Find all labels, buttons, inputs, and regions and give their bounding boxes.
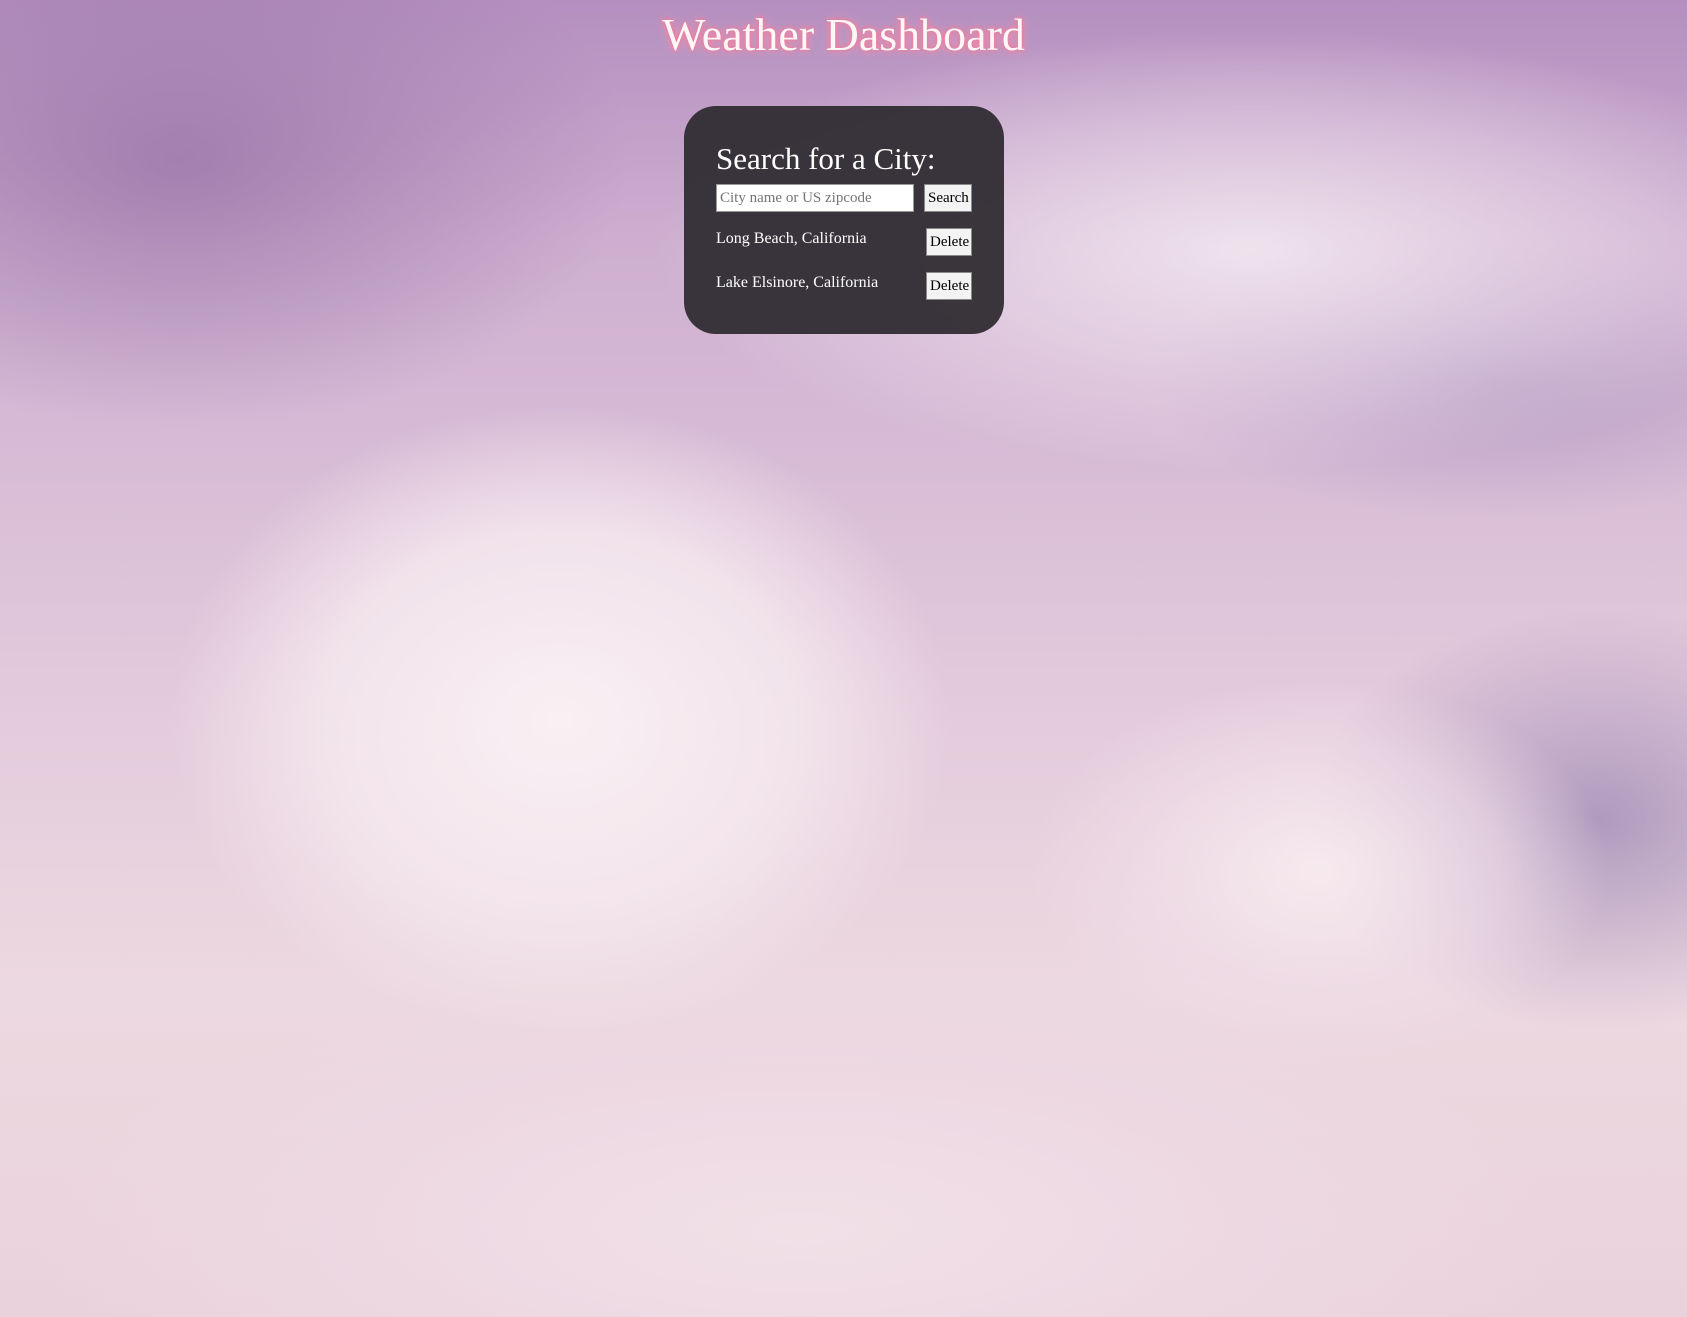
search-heading: Search for a City: xyxy=(716,141,936,176)
search-button[interactable]: Search xyxy=(924,184,972,212)
saved-city-link[interactable]: Long Beach, California xyxy=(716,230,867,248)
search-panel: Search for a City: Search Long Beach, Ca… xyxy=(684,106,1004,334)
saved-city-link[interactable]: Lake Elsinore, California xyxy=(716,274,878,292)
delete-city-button[interactable]: Delete xyxy=(926,272,972,300)
list-item: Lake Elsinore, California Delete xyxy=(716,272,972,316)
search-row: Search xyxy=(716,184,972,212)
saved-city-list: Long Beach, California Delete Lake Elsin… xyxy=(716,228,972,316)
page-title: Weather Dashboard xyxy=(662,9,1025,60)
delete-city-button[interactable]: Delete xyxy=(926,228,972,256)
city-search-input[interactable] xyxy=(716,184,914,212)
list-item: Long Beach, California Delete xyxy=(716,228,972,272)
